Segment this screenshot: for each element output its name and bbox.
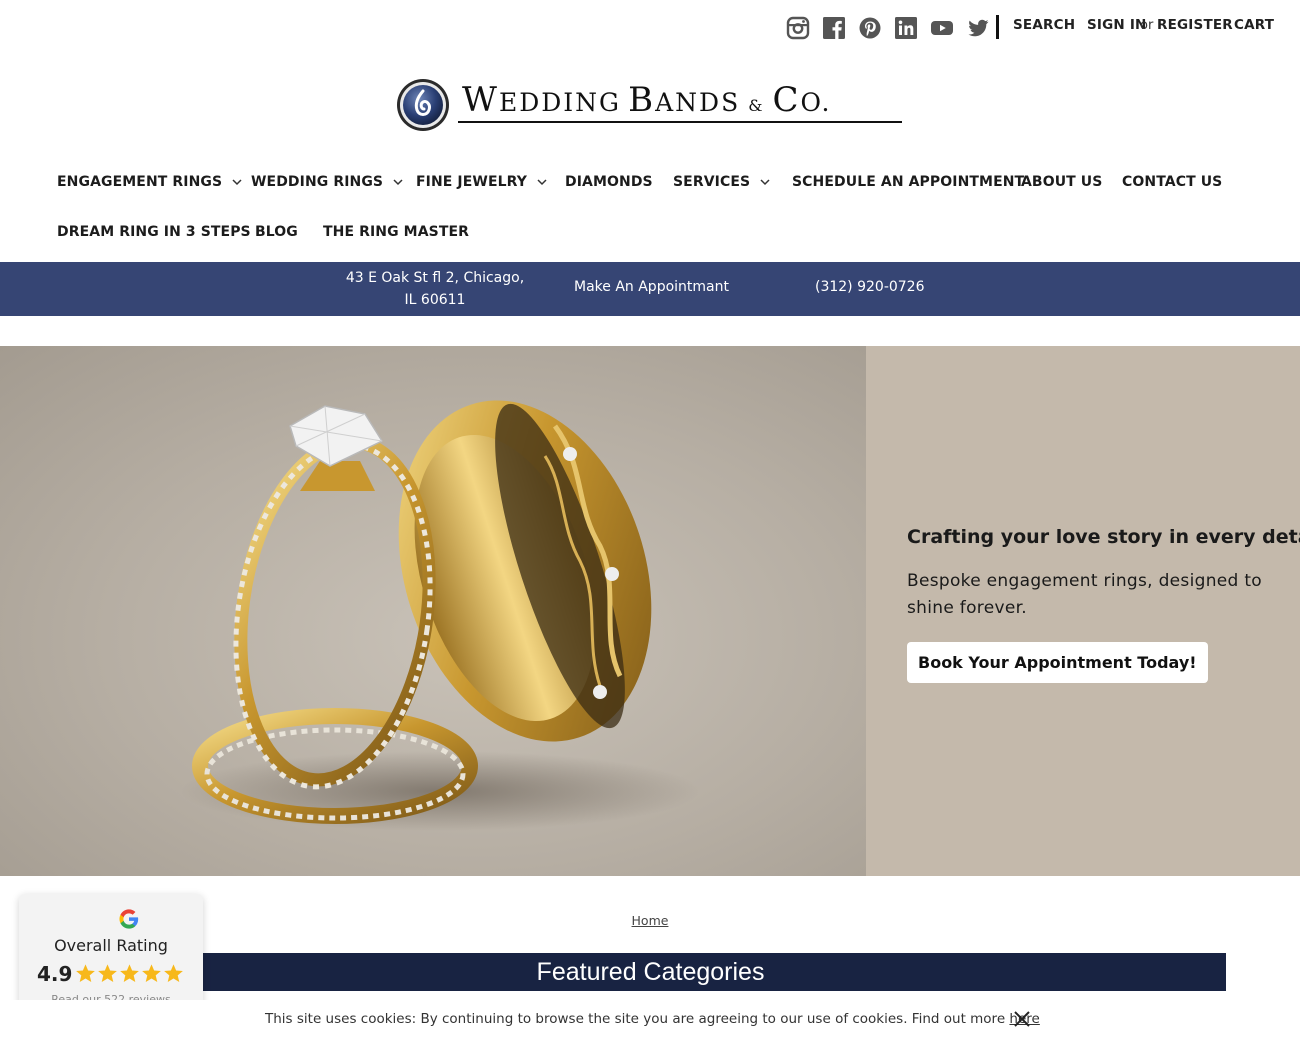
nav-diamonds[interactable]: DIAMONDS (565, 174, 653, 190)
logo-underline (458, 121, 902, 123)
nav-dream-ring[interactable]: DREAM RING IN 3 STEPS (57, 224, 251, 240)
youtube-icon[interactable] (930, 16, 954, 40)
phone-link[interactable]: (312) 920-0726 (815, 279, 925, 295)
store-address-link[interactable]: 43 E Oak St fl 2, Chicago, IL 60611 (338, 267, 532, 311)
hero-copy: Crafting your love story in every detail… (907, 526, 1300, 683)
chevron-down-icon (760, 177, 770, 187)
logo-emblem-icon (397, 79, 449, 131)
cart-link[interactable]: CART (1234, 17, 1274, 33)
store-info-bar: 43 E Oak St fl 2, Chicago, IL 60611 Make… (0, 262, 1300, 316)
twitter-icon[interactable] (966, 16, 990, 40)
hero-subtitle: Bespoke engagement rings, designed to sh… (907, 571, 1262, 618)
star-icon (76, 964, 95, 982)
or-text: or (1140, 18, 1154, 33)
rating-stars (75, 963, 184, 984)
pinterest-icon[interactable] (858, 16, 882, 40)
make-appointment-link[interactable]: Make An Appointmant (574, 279, 729, 295)
linkedin-icon[interactable] (894, 16, 918, 40)
search-link[interactable]: SEARCH (1013, 17, 1075, 33)
chevron-down-icon (537, 177, 547, 187)
top-utility-bar: SEARCH SIGN IN or REGISTER CART (0, 0, 1300, 56)
nav-about-us[interactable]: ABOUT US (1021, 174, 1102, 190)
star-icon (98, 964, 117, 982)
rating-label: Overall Rating (54, 936, 168, 955)
sign-in-link[interactable]: SIGN IN (1087, 17, 1147, 33)
chevron-down-icon (232, 177, 242, 187)
book-appointment-button[interactable]: Book Your Appointment Today! (907, 642, 1208, 683)
logo-wordmark: WEDDING BANDS & CO. (462, 80, 832, 120)
rating-score: 4.9 (37, 962, 73, 986)
hero-rings-image (0, 346, 866, 876)
facebook-icon[interactable] (822, 16, 846, 40)
nav-schedule-appointment[interactable]: SCHEDULE AN APPOINTMENT (792, 174, 1024, 190)
cookie-notice: This site uses cookies: By continuing to… (0, 1000, 1300, 1040)
social-links (786, 16, 990, 40)
site-logo[interactable]: WEDDING BANDS & CO. (396, 74, 906, 136)
hero-title: Crafting your love story in every detail (907, 526, 1300, 548)
nav-services[interactable]: SERVICES (673, 174, 770, 190)
hero-banner: Crafting your love story in every detail… (0, 346, 1300, 876)
star-icon (142, 964, 161, 982)
nav-wedding-rings[interactable]: WEDDING RINGS (251, 174, 403, 190)
star-icon (120, 964, 139, 982)
chevron-down-icon (393, 177, 403, 187)
nav-contact-us[interactable]: CONTACT US (1122, 174, 1222, 190)
featured-categories-heading: Featured Categories (75, 953, 1226, 991)
google-icon (119, 909, 139, 929)
nav-ring-master[interactable]: THE RING MASTER (323, 224, 469, 240)
cookie-text: This site uses cookies: By continuing to… (265, 1011, 1040, 1027)
register-link[interactable]: REGISTER (1157, 17, 1233, 33)
nav-engagement-rings[interactable]: ENGAGEMENT RINGS (57, 174, 242, 190)
close-icon[interactable] (1012, 1009, 1032, 1029)
nav-blog[interactable]: BLOG (255, 224, 298, 240)
topbar-divider (996, 15, 999, 39)
star-icon (164, 964, 183, 982)
nav-fine-jewelry[interactable]: FINE JEWELRY (416, 174, 547, 190)
instagram-icon[interactable] (786, 16, 810, 40)
